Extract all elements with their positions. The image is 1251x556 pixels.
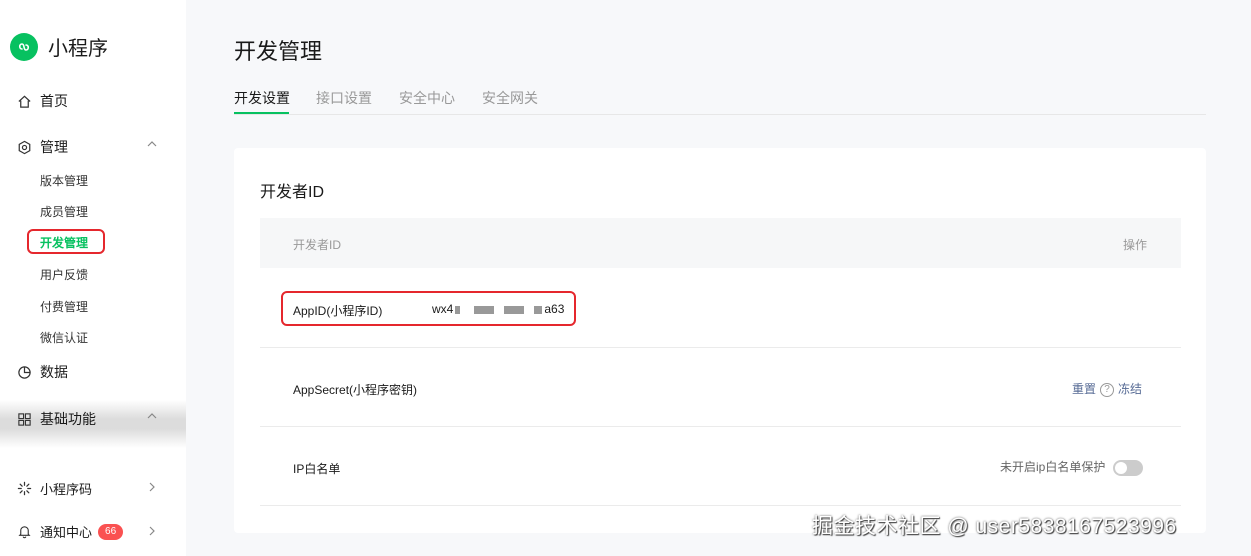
chevron-right-icon[interactable] xyxy=(146,480,158,498)
tab-security-center[interactable]: 安全中心 xyxy=(399,88,455,108)
settings-icon xyxy=(16,139,32,155)
column-header-action: 操作 xyxy=(1123,238,1148,252)
sidebar-item-label: 首页 xyxy=(40,93,68,109)
home-icon xyxy=(16,93,32,109)
appid-value[interactable]: wx4 a63 xyxy=(432,302,564,316)
row-divider xyxy=(260,426,1181,427)
appsecret-label: AppSecret(小程序密钥) xyxy=(293,383,418,397)
appsecret-actions: 重置? 冻结 xyxy=(1072,380,1142,397)
ip-whitelist-label: IP白名单 xyxy=(293,462,341,476)
notification-count-badge: 66 xyxy=(98,523,124,540)
sidebar-subitem-certify[interactable]: 微信认证 xyxy=(40,329,88,346)
table-header: 开发者ID 操作 xyxy=(260,218,1181,268)
sidebar-item-label: 小程序码 xyxy=(40,482,93,497)
tab-api-settings[interactable]: 接口设置 xyxy=(316,88,372,108)
mini-program-logo-icon xyxy=(10,32,38,61)
sidebar-item-label: 数据 xyxy=(40,364,68,380)
page-title: 开发管理 xyxy=(234,39,323,64)
watermark: 掘金技术社区 @ user5838167523996 xyxy=(812,515,1177,538)
mini-program-code-icon xyxy=(16,481,32,497)
sidebar-item-manage[interactable]: 管理 xyxy=(16,137,68,157)
sidebar-subitem-feedback[interactable]: 用户反馈 xyxy=(40,266,88,283)
freeze-secret-link[interactable]: 冻结 xyxy=(1118,382,1142,396)
sidebar-item-label: 管理 xyxy=(40,139,68,155)
sidebar-subitem-version[interactable]: 版本管理 xyxy=(40,172,88,189)
reset-secret-link[interactable]: 重置 xyxy=(1072,382,1096,396)
appid-prefix: wx4 xyxy=(432,302,454,316)
pie-chart-icon xyxy=(16,364,32,380)
sidebar-subitem-members[interactable]: 成员管理 xyxy=(40,203,88,220)
redaction-mask xyxy=(455,305,461,314)
developer-id-card: 开发者ID 开发者ID 操作 AppID(小程序ID) wx4 a63 AppSe… xyxy=(234,148,1206,533)
chevron-up-icon[interactable] xyxy=(146,409,158,427)
help-icon[interactable]: ? xyxy=(1100,382,1115,397)
ip-whitelist-status: 未开启ip白名单保护 xyxy=(1000,458,1144,476)
sidebar-item-label: 基础功能 xyxy=(40,411,96,427)
row-divider xyxy=(260,505,1181,506)
tab-dev-settings[interactable]: 开发设置 xyxy=(234,88,290,108)
sidebar-subitem-payment[interactable]: 付费管理 xyxy=(40,298,88,315)
redaction-mask xyxy=(474,305,495,314)
redaction-mask xyxy=(504,305,525,314)
sidebar-item-label: 通知中心 xyxy=(40,525,93,540)
ip-whitelist-status-text: 未开启ip白名单保护 xyxy=(1000,460,1106,474)
card-title: 开发者ID xyxy=(260,184,325,201)
brand[interactable]: 小程序 xyxy=(10,32,108,61)
sidebar-item-basic[interactable]: 基础功能 xyxy=(16,409,96,429)
sidebar-item-qrcode[interactable]: 小程序码 xyxy=(16,479,92,498)
tab-bar: 开发设置 接口设置 安全中心 安全网关 xyxy=(234,88,1206,115)
highlight-box-dev-manage xyxy=(27,229,105,254)
chevron-up-icon[interactable] xyxy=(146,137,158,155)
sidebar-item-notify[interactable]: 通知中心 66 xyxy=(16,522,124,541)
grid-icon xyxy=(16,411,32,427)
chevron-right-icon[interactable] xyxy=(146,524,158,542)
sidebar-item-home[interactable]: 首页 xyxy=(16,91,68,111)
sidebar: 小程序 首页 管理 版本管理 成员管理 开发管理 用户反馈 付费管理 微信认证 … xyxy=(0,0,186,556)
column-header-id: 开发者ID xyxy=(293,238,342,252)
appid-suffix: a63 xyxy=(544,302,565,316)
row-divider xyxy=(260,347,1181,348)
active-tab-indicator xyxy=(234,112,289,114)
bell-icon xyxy=(16,524,32,540)
redaction-mask xyxy=(534,305,543,314)
sidebar-item-data[interactable]: 数据 xyxy=(16,362,68,382)
brand-name: 小程序 xyxy=(48,38,108,60)
ip-whitelist-toggle[interactable] xyxy=(1113,459,1144,476)
tab-security-gateway[interactable]: 安全网关 xyxy=(482,88,538,108)
appid-label: AppID(小程序ID) xyxy=(293,304,383,318)
